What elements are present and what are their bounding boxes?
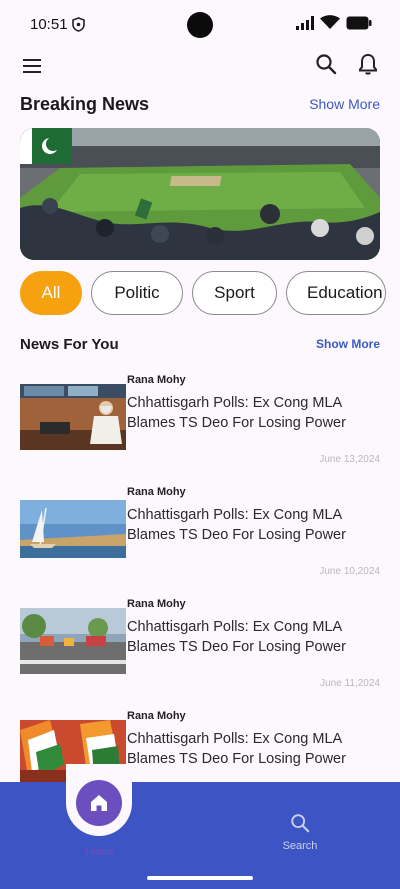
category-chips: All Politic Sport Education <box>20 271 400 317</box>
article-date: June 10,2024 <box>319 566 380 577</box>
signal-icon <box>296 15 314 30</box>
home-icon <box>91 795 107 811</box>
for-you-show-more-link[interactable]: Show More <box>316 337 380 351</box>
bottom-navigation <box>0 782 400 889</box>
shield-icon <box>72 17 85 32</box>
chip-politic[interactable]: Politic <box>91 271 183 315</box>
chip-all[interactable]: All <box>20 271 82 315</box>
article-title: Chhattisgarh Polls: Ex Cong MLA Blames T… <box>127 507 346 543</box>
search-icon[interactable] <box>314 52 338 76</box>
article-thumbnail <box>20 608 126 674</box>
article-title: Chhattisgarh Polls: Ex Cong MLA Blames T… <box>127 619 346 655</box>
article-thumbnail <box>20 384 126 450</box>
news-list: Rana Mohy Chhattisgarh Polls: Ex Cong ML… <box>20 372 380 820</box>
chip-sport[interactable]: Sport <box>192 271 277 315</box>
app-bar <box>0 50 400 96</box>
camera-cutout <box>187 12 213 38</box>
article-date: June 13,2024 <box>319 454 380 465</box>
search-tab-label: Search <box>282 840 318 852</box>
article-author: Rana Mohy <box>127 710 186 722</box>
article-title: Chhattisgarh Polls: Ex Cong MLA Blames T… <box>127 731 346 767</box>
article-author: Rana Mohy <box>127 374 186 386</box>
breaking-news-header: Breaking News Show More <box>20 92 380 116</box>
search-icon <box>291 814 310 833</box>
menu-icon[interactable] <box>20 54 44 78</box>
wifi-icon <box>320 15 340 29</box>
home-tab-button[interactable] <box>76 780 122 826</box>
gesture-bar <box>147 876 253 880</box>
article-thumbnail <box>20 500 126 558</box>
news-for-you-title: News For You <box>20 335 119 353</box>
article-author: Rana Mohy <box>127 486 186 498</box>
home-tab-label: Home <box>85 846 115 858</box>
battery-icon <box>346 16 372 29</box>
breaking-show-more-link[interactable]: Show More <box>309 96 380 112</box>
breaking-news-image[interactable] <box>20 128 380 260</box>
search-tab[interactable]: Search <box>275 812 325 862</box>
news-for-you-header: News For You Show More <box>20 333 380 355</box>
article-title: Chhattisgarh Polls: Ex Cong MLA Blames T… <box>127 395 346 431</box>
list-item[interactable]: Rana Mohy Chhattisgarh Polls: Ex Cong ML… <box>20 372 380 484</box>
article-author: Rana Mohy <box>127 598 186 610</box>
article-date: June 11,2024 <box>320 678 380 689</box>
list-item[interactable]: Rana Mohy Chhattisgarh Polls: Ex Cong ML… <box>20 484 380 596</box>
bell-icon[interactable] <box>356 52 380 76</box>
list-item[interactable]: Rana Mohy Chhattisgarh Polls: Ex Cong ML… <box>20 596 380 708</box>
status-bar: 10:51 <box>0 0 400 50</box>
breaking-news-title: Breaking News <box>20 93 150 114</box>
chip-education[interactable]: Education <box>286 271 386 315</box>
status-time: 10:51 <box>30 16 68 33</box>
